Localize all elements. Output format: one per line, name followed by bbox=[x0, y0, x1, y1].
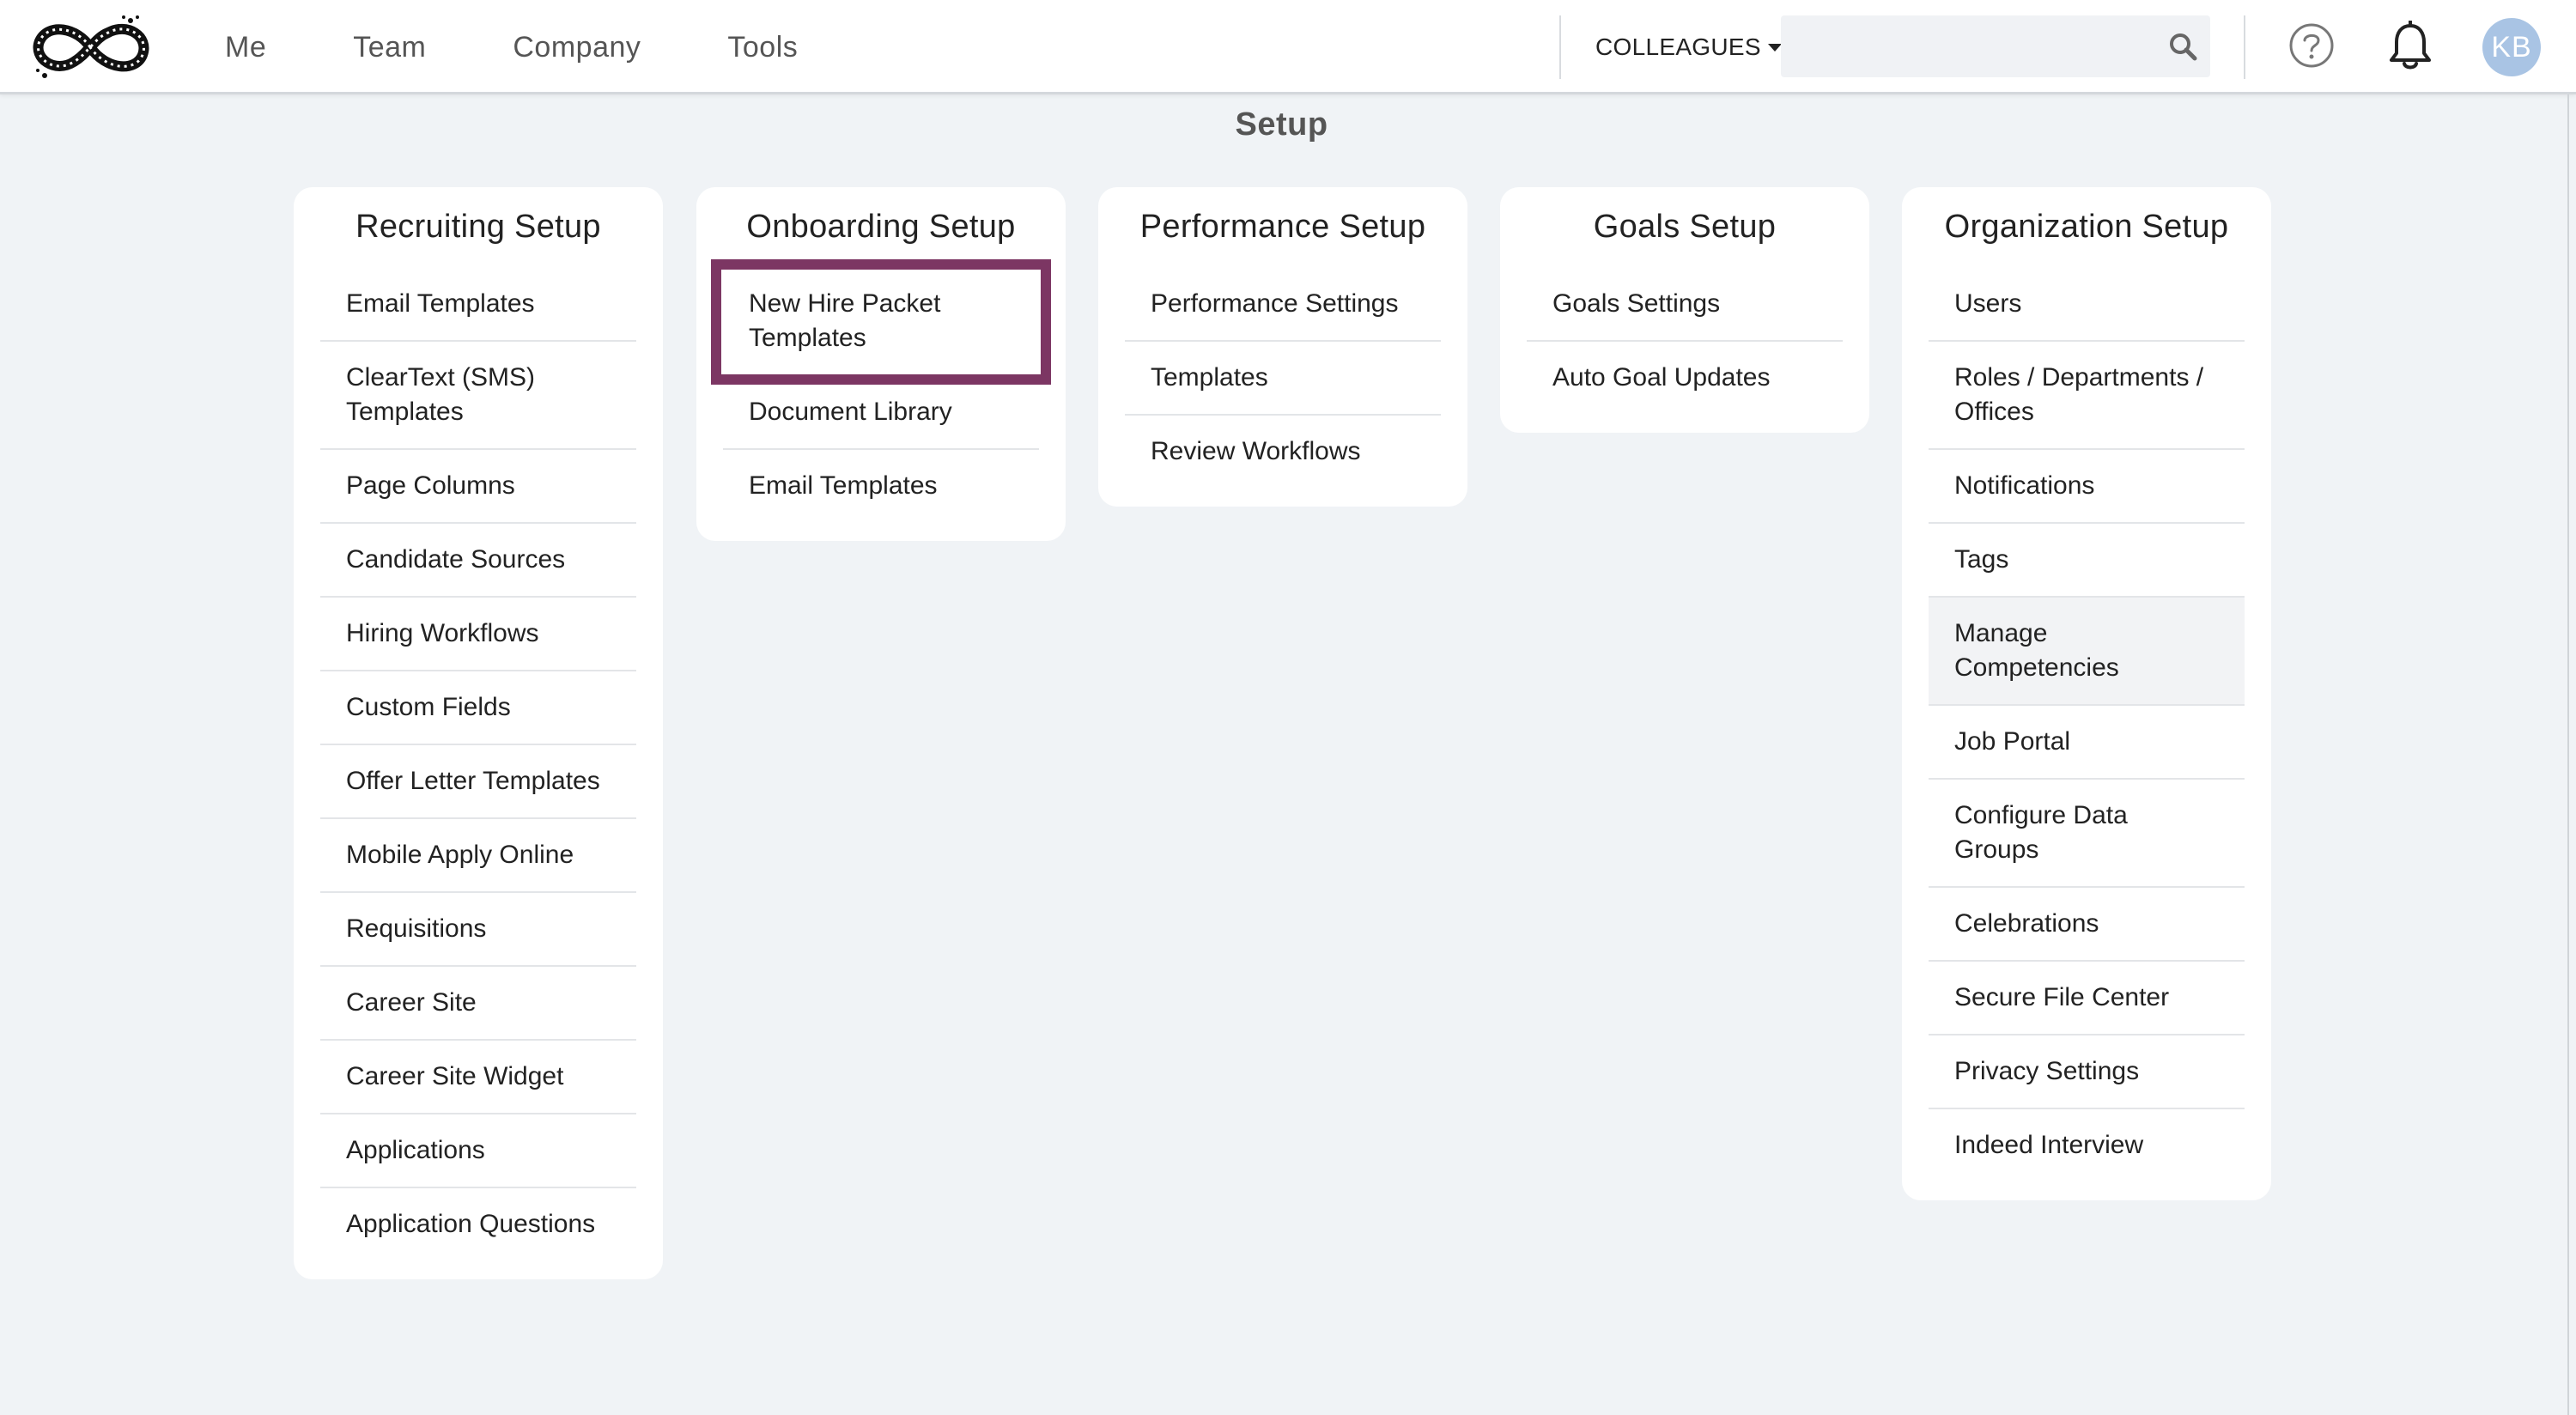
logo-infinity-icon[interactable] bbox=[29, 12, 151, 82]
list-item[interactable]: Users bbox=[1929, 268, 2245, 342]
search-icon[interactable] bbox=[2167, 31, 2198, 62]
list-item[interactable]: Candidate Sources bbox=[320, 524, 636, 598]
list-item[interactable]: Job Portal bbox=[1929, 706, 2245, 780]
nav-tools[interactable]: Tools bbox=[727, 31, 798, 64]
list-item[interactable]: Offer Letter Templates bbox=[320, 745, 636, 819]
list-item[interactable]: Applications bbox=[320, 1114, 636, 1188]
list-item[interactable]: Indeed Interview bbox=[1929, 1109, 2245, 1181]
help-icon[interactable] bbox=[2288, 22, 2335, 69]
nav-me[interactable]: Me bbox=[225, 31, 266, 64]
card-onboarding-setup: Onboarding Setup New Hire Packet Templat… bbox=[696, 187, 1066, 541]
list-item[interactable]: Hiring Workflows bbox=[320, 598, 636, 671]
page-title: Setup bbox=[1235, 106, 1328, 143]
divider bbox=[1559, 15, 1561, 79]
list-item[interactable]: Notifications bbox=[1929, 450, 2245, 524]
list-item[interactable]: Requisitions bbox=[320, 893, 636, 967]
search-input[interactable] bbox=[1781, 15, 2142, 77]
card-goals-setup: Goals Setup Goals Settings Auto Goal Upd… bbox=[1500, 187, 1869, 433]
list-item[interactable]: Auto Goal Updates bbox=[1527, 342, 1843, 414]
card-title: Recruiting Setup bbox=[355, 209, 601, 245]
top-bar: Me Team Company Tools COLLEAGUES KB bbox=[0, 0, 2576, 94]
list-item[interactable]: ClearText (SMS) Templates bbox=[320, 342, 636, 450]
card-title: Organization Setup bbox=[1944, 209, 2229, 245]
list-item[interactable]: Career Site bbox=[320, 967, 636, 1041]
list-item[interactable]: Career Site Widget bbox=[320, 1041, 636, 1114]
list-item[interactable]: Email Templates bbox=[723, 450, 1039, 522]
list-item[interactable]: Tags bbox=[1929, 524, 2245, 598]
divider bbox=[2244, 15, 2245, 79]
list-item[interactable]: Manage Competencies bbox=[1929, 598, 2245, 706]
search-box bbox=[1781, 15, 2210, 77]
list-item[interactable]: Document Library bbox=[723, 376, 1039, 450]
list-item[interactable]: Email Templates bbox=[320, 268, 636, 342]
card-title: Performance Setup bbox=[1139, 209, 1426, 245]
list-item[interactable]: Performance Settings bbox=[1125, 268, 1441, 342]
caret-down-icon bbox=[1767, 43, 1782, 52]
card-title: Goals Setup bbox=[1593, 209, 1777, 245]
list-item[interactable]: Configure Data Groups bbox=[1929, 780, 2245, 888]
list-item[interactable]: Mobile Apply Online bbox=[320, 819, 636, 893]
list-item[interactable]: Celebrations bbox=[1929, 888, 2245, 962]
card-organization-setup: Organization Setup Users Roles / Departm… bbox=[1902, 187, 2271, 1200]
avatar[interactable]: KB bbox=[2482, 18, 2541, 76]
list-item[interactable]: Roles / Departments / Offices bbox=[1929, 342, 2245, 450]
list-item[interactable]: Goals Settings bbox=[1527, 268, 1843, 342]
list-item[interactable]: Secure File Center bbox=[1929, 962, 2245, 1035]
card-title: Onboarding Setup bbox=[746, 209, 1016, 245]
nav-company[interactable]: Company bbox=[513, 31, 641, 64]
list-item[interactable]: Page Columns bbox=[320, 450, 636, 524]
bell-icon[interactable] bbox=[2387, 21, 2433, 72]
list-item[interactable]: Privacy Settings bbox=[1929, 1035, 2245, 1109]
main-nav: Me Team Company Tools bbox=[225, 0, 884, 94]
card-recruiting-setup: Recruiting Setup Email Templates ClearTe… bbox=[294, 187, 663, 1279]
list-item-new-hire-packet-templates[interactable]: New Hire Packet Templates bbox=[711, 259, 1051, 385]
list-item[interactable]: Review Workflows bbox=[1125, 416, 1441, 488]
colleagues-dropdown[interactable]: COLLEAGUES bbox=[1595, 0, 1782, 94]
list-item[interactable]: Templates bbox=[1125, 342, 1441, 416]
card-performance-setup: Performance Setup Performance Settings T… bbox=[1098, 187, 1467, 507]
list-item[interactable]: Custom Fields bbox=[320, 671, 636, 745]
list-item[interactable]: Application Questions bbox=[320, 1188, 636, 1260]
colleagues-label: COLLEAGUES bbox=[1595, 33, 1761, 60]
nav-team[interactable]: Team bbox=[353, 31, 426, 64]
scrollbar-edge bbox=[2567, 94, 2569, 1415]
